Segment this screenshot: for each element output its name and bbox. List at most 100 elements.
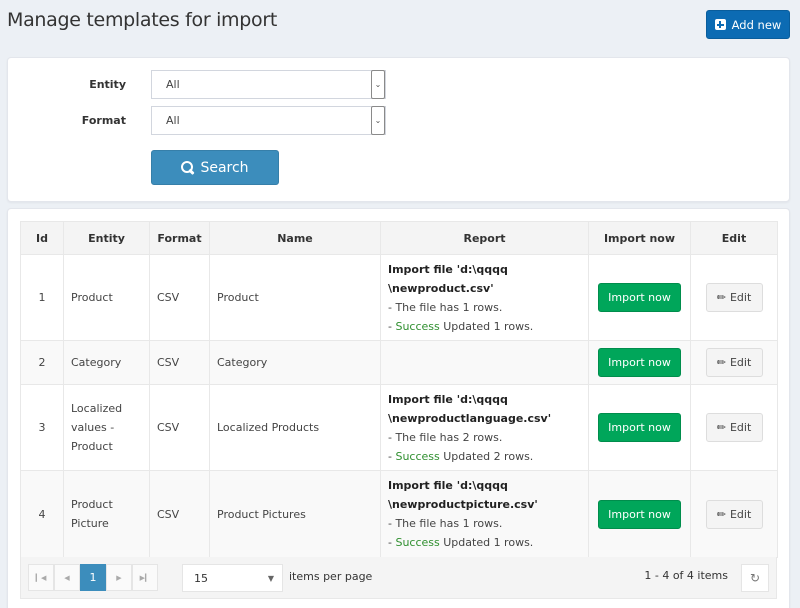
entity-label: Entity bbox=[89, 78, 126, 91]
report-status-success: Success bbox=[395, 449, 440, 463]
pencil-icon: ✏ bbox=[716, 291, 726, 304]
format-label: Format bbox=[81, 114, 126, 127]
report-file-line-1: Import file 'd:\qqqq bbox=[388, 262, 508, 276]
chevron-down-icon: ⌄ bbox=[371, 106, 385, 135]
table-row: 2 Category CSV Category Import now ✏ Edi… bbox=[20, 340, 778, 385]
cell-report: Import file 'd:\qqqq \newproduct.csv' - … bbox=[380, 254, 589, 341]
edit-button[interactable]: ✏ Edit bbox=[705, 348, 763, 377]
edit-label: Edit bbox=[729, 291, 752, 304]
format-select[interactable]: All ⌄ bbox=[151, 106, 386, 135]
import-now-button[interactable]: Import now bbox=[598, 283, 681, 312]
report-status-detail: Updated 1 rows. bbox=[439, 319, 534, 333]
cell-format: CSV bbox=[149, 384, 210, 471]
prev-page-button[interactable]: ◀ bbox=[54, 564, 80, 591]
cell-entity: Product bbox=[63, 254, 150, 341]
page-size-select[interactable]: 15 ▼ bbox=[182, 564, 283, 592]
cell-entity: Product Picture bbox=[63, 470, 150, 558]
cell-name: Product bbox=[209, 254, 381, 341]
current-page-number: 1 bbox=[89, 571, 97, 584]
report-status-detail: Updated 1 rows. bbox=[439, 536, 534, 549]
report-rows-line: - The file has 1 rows. bbox=[388, 517, 503, 530]
report-file-line-2: \newproduct.csv' bbox=[388, 281, 494, 295]
column-header-name[interactable]: Name bbox=[209, 221, 381, 255]
report-status-line: - Success Updated 1 rows. bbox=[388, 317, 581, 336]
cell-import: Import now bbox=[588, 254, 691, 341]
column-header-report[interactable]: Report bbox=[380, 221, 589, 255]
cell-edit: ✏ Edit bbox=[690, 470, 778, 558]
last-page-button[interactable]: ▶▎ bbox=[132, 564, 158, 591]
edit-label: Edit bbox=[729, 356, 752, 369]
cell-name: Product Pictures bbox=[209, 470, 381, 558]
cell-import: Import now bbox=[588, 340, 691, 385]
report-status-success: Success bbox=[395, 319, 440, 333]
format-select-value: All bbox=[166, 114, 180, 127]
edit-button[interactable]: ✏ Edit bbox=[705, 499, 763, 529]
cell-edit: ✏ Edit bbox=[690, 384, 778, 471]
report-rows-line: - The file has 2 rows. bbox=[388, 430, 503, 444]
report-status-detail: Updated 2 rows. bbox=[439, 449, 534, 463]
page-title: Manage templates for import bbox=[7, 9, 278, 31]
report-file-line-2: \newproductpicture.csv' bbox=[388, 498, 538, 511]
column-header-import-now: Import now bbox=[588, 221, 691, 255]
pencil-icon: ✏ bbox=[716, 507, 726, 521]
column-header-entity[interactable]: Entity bbox=[63, 221, 150, 255]
add-new-button[interactable]: Add new bbox=[706, 10, 790, 39]
import-now-button[interactable]: Import now bbox=[598, 348, 681, 377]
cell-report: Import file 'd:\qqqq \newproductpicture.… bbox=[380, 470, 589, 558]
edit-label: Edit bbox=[729, 507, 752, 521]
templates-grid-panel: Id Entity Format Name Report Import now … bbox=[7, 208, 790, 608]
first-page-icon: ▎◀ bbox=[35, 573, 47, 582]
chevron-down-icon: ⌄ bbox=[371, 70, 385, 99]
cell-name: Category bbox=[209, 340, 381, 385]
next-page-button[interactable]: ▶ bbox=[106, 564, 132, 591]
cell-id: 3 bbox=[20, 384, 64, 471]
cell-name: Localized Products bbox=[209, 384, 381, 471]
report-file-line-1: Import file 'd:\qqqq bbox=[388, 392, 508, 406]
prev-page-icon: ◀ bbox=[64, 573, 70, 582]
edit-button[interactable]: ✏ Edit bbox=[705, 283, 763, 312]
cell-report: Import file 'd:\qqqq \newproductlanguage… bbox=[380, 384, 589, 471]
pencil-icon: ✏ bbox=[716, 356, 726, 369]
first-page-button[interactable]: ▎◀ bbox=[28, 564, 54, 591]
edit-label: Edit bbox=[729, 421, 752, 434]
refresh-button[interactable]: ↻ bbox=[741, 564, 769, 592]
cell-entity: Localized values - Product bbox=[63, 384, 150, 471]
next-page-icon: ▶ bbox=[116, 573, 122, 582]
cell-format: CSV bbox=[149, 340, 210, 385]
column-header-format[interactable]: Format bbox=[149, 221, 210, 255]
column-header-edit: Edit bbox=[690, 221, 778, 255]
report-file-line-1: Import file 'd:\qqqq bbox=[388, 479, 508, 492]
search-label: Search bbox=[200, 159, 249, 176]
page-size-value: 15 bbox=[194, 571, 208, 585]
cell-id: 4 bbox=[20, 470, 64, 558]
templates-table: Id Entity Format Name Report Import now … bbox=[20, 221, 778, 558]
cell-edit: ✏ Edit bbox=[690, 340, 778, 385]
table-header-row: Id Entity Format Name Report Import now … bbox=[20, 221, 778, 255]
column-header-id[interactable]: Id bbox=[20, 221, 64, 255]
import-now-button[interactable]: Import now bbox=[598, 413, 681, 442]
edit-button[interactable]: ✏ Edit bbox=[705, 413, 763, 442]
last-page-icon: ▶▎ bbox=[139, 573, 151, 582]
add-new-label: Add new bbox=[731, 17, 782, 32]
search-panel: Entity All ⌄ Format All ⌄ Search bbox=[7, 57, 790, 202]
report-status-line: - Success Updated 1 rows. bbox=[388, 533, 581, 552]
table-row: 1 Product CSV Product Import file 'd:\qq… bbox=[20, 254, 778, 341]
entity-select[interactable]: All ⌄ bbox=[151, 70, 386, 99]
table-row: 4 Product Picture CSV Product Pictures I… bbox=[20, 470, 778, 558]
pager: ▎◀ ◀ 1 ▶ ▶▎ 15 ▼ items per page 1 - 4 of… bbox=[20, 557, 777, 599]
plus-square-icon bbox=[714, 19, 726, 30]
pager-info: 1 - 4 of 4 items bbox=[644, 569, 728, 582]
page-button-current[interactable]: 1 bbox=[80, 564, 106, 591]
cell-format: CSV bbox=[149, 254, 210, 341]
refresh-icon: ↻ bbox=[749, 571, 761, 585]
entity-select-value: All bbox=[166, 78, 180, 91]
items-per-page-label: items per page bbox=[289, 570, 373, 583]
table-row: 3 Localized values - Product CSV Localiz… bbox=[20, 384, 778, 471]
import-now-button[interactable]: Import now bbox=[598, 499, 681, 529]
search-icon bbox=[181, 161, 194, 174]
cell-edit: ✏ Edit bbox=[690, 254, 778, 341]
search-button[interactable]: Search bbox=[151, 150, 279, 185]
cell-id: 1 bbox=[20, 254, 64, 341]
cell-import: Import now bbox=[588, 470, 691, 558]
cell-format: CSV bbox=[149, 470, 210, 558]
